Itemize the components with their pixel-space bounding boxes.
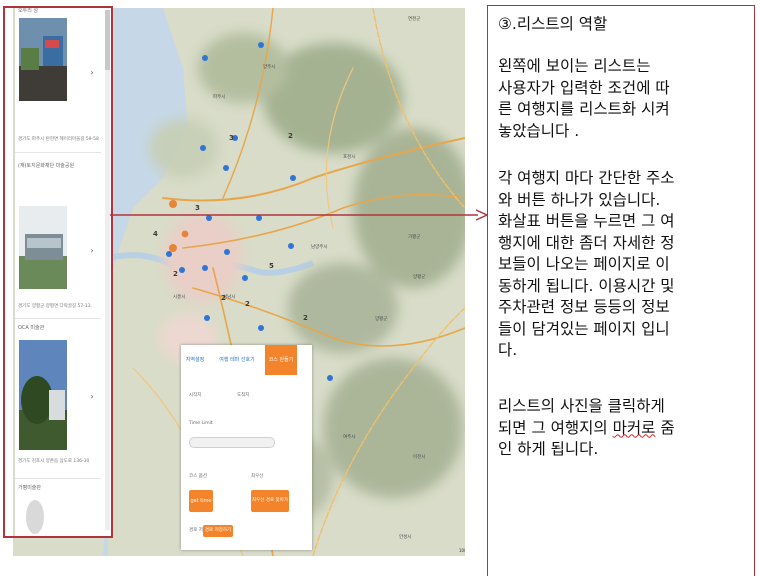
svg-text:포천시: 포천시 <box>343 153 355 160</box>
dest-label: 도착지 <box>237 393 250 398</box>
get-time-button[interactable]: get time <box>189 490 213 512</box>
svg-text:2: 2 <box>303 314 308 322</box>
save-route-button[interactable]: 경로 저장하기 <box>203 525 233 537</box>
note-title: ③.리스트의 역할 <box>498 15 608 33</box>
note-paragraph-2: 각 여행지 마다 간단한 주소 와 버튼 하나가 있습니다. 화살표 버튼을 누… <box>498 168 748 362</box>
note-line: 왼쪽에 보이는 리스트는 <box>498 57 651 75</box>
svg-text:2: 2 <box>245 300 250 308</box>
note-line: 와 버튼 하나가 있습니다. <box>498 190 661 209</box>
svg-text:시흥시: 시흥시 <box>173 293 185 300</box>
svg-text:양주시: 양주시 <box>263 63 275 70</box>
note-line: 행지에 대한 좀더 자세한 정 <box>498 233 675 252</box>
svg-text:2: 2 <box>173 270 178 278</box>
course-panel: 지역설정 여행 테마 선호기 코스 만들기 시작지 도착지 Time Limit… <box>181 345 312 550</box>
note-line: 른 여행지를 리스트화 시켜 <box>498 100 670 118</box>
note-line: 리스트의 사진을 클릭하게 <box>498 397 665 415</box>
note-line: 주차관련 정보 등등의 정보 <box>498 298 670 316</box>
best-route-button[interactable]: 최우선 경로 찾아가기 <box>251 490 289 525</box>
course-option-label: 코스 옵션 <box>189 474 207 479</box>
svg-text:연천군: 연천군 <box>408 15 420 22</box>
svg-text:3: 3 <box>195 204 200 212</box>
svg-text:남양주시: 남양주시 <box>311 243 328 250</box>
note-line: 들이 담겨있는 페이지 입니 <box>498 319 670 338</box>
time-limit-slider[interactable] <box>189 437 275 448</box>
explanation-box: ③.리스트의 역할 왼쪽에 보이는 리스트는 사용자가 입력한 조건에 따 른 … <box>487 5 755 576</box>
note-line: 동하게 됩니다. 이용시간 및 <box>498 276 675 295</box>
svg-text:4: 4 <box>153 230 158 238</box>
map-scale: 10km <box>459 548 465 553</box>
app-screenshot: 234 523 222 연천군 포천시 가평군 양평군 양평군 이천시 안성시 남양주시 성… <box>0 0 468 565</box>
note-line: 놓았습니다 . <box>498 121 580 140</box>
priority-label: 최우선 <box>251 474 264 479</box>
spellcheck-word: 마커로 <box>612 418 656 437</box>
origin-label: 시작지 <box>189 393 202 398</box>
svg-text:여주시: 여주시 <box>343 433 355 440</box>
svg-text:2: 2 <box>288 132 293 140</box>
svg-text:안성시: 안성시 <box>399 533 411 540</box>
time-limit-label: Time Limit <box>189 421 213 426</box>
list-highlight-box <box>3 6 113 538</box>
svg-text:이천시: 이천시 <box>413 453 425 460</box>
note-paragraph-3: 리스트의 사진을 클릭하게 되면 그 여행지의 마커로 줌 인 하게 됩니다. <box>498 396 748 461</box>
note-line: 다. <box>498 341 518 359</box>
note-line: 각 여행지 마다 간단한 주소 <box>498 169 675 187</box>
tab-theme[interactable]: 여행 테마 선호기 <box>209 345 265 375</box>
note-line: 사용자가 입력한 조건에 따 <box>498 78 670 97</box>
note-line: 인 하게 됩니다. <box>498 440 599 458</box>
svg-text:양평군: 양평군 <box>375 315 387 322</box>
svg-text:성남시: 성남시 <box>223 293 235 300</box>
svg-text:파주시: 파주시 <box>213 93 225 100</box>
svg-text:양평군: 양평군 <box>413 273 425 280</box>
svg-text:5: 5 <box>269 262 274 270</box>
note-line: 화살표 버튼을 누르면 그 여 <box>498 212 675 230</box>
svg-text:3: 3 <box>229 134 234 142</box>
tab-region[interactable]: 지역설정 <box>181 345 209 375</box>
note-line: 되면 그 여행지의 마커로 줌 <box>498 418 675 437</box>
svg-text:가평군: 가평군 <box>408 233 420 240</box>
tab-course[interactable]: 코스 만들기 <box>265 345 297 375</box>
note-line: 보들이 나오는 페이지로 이 <box>498 255 670 273</box>
note-paragraph-1: 왼쪽에 보이는 리스트는 사용자가 입력한 조건에 따 른 여행지를 리스트화 … <box>498 56 748 142</box>
